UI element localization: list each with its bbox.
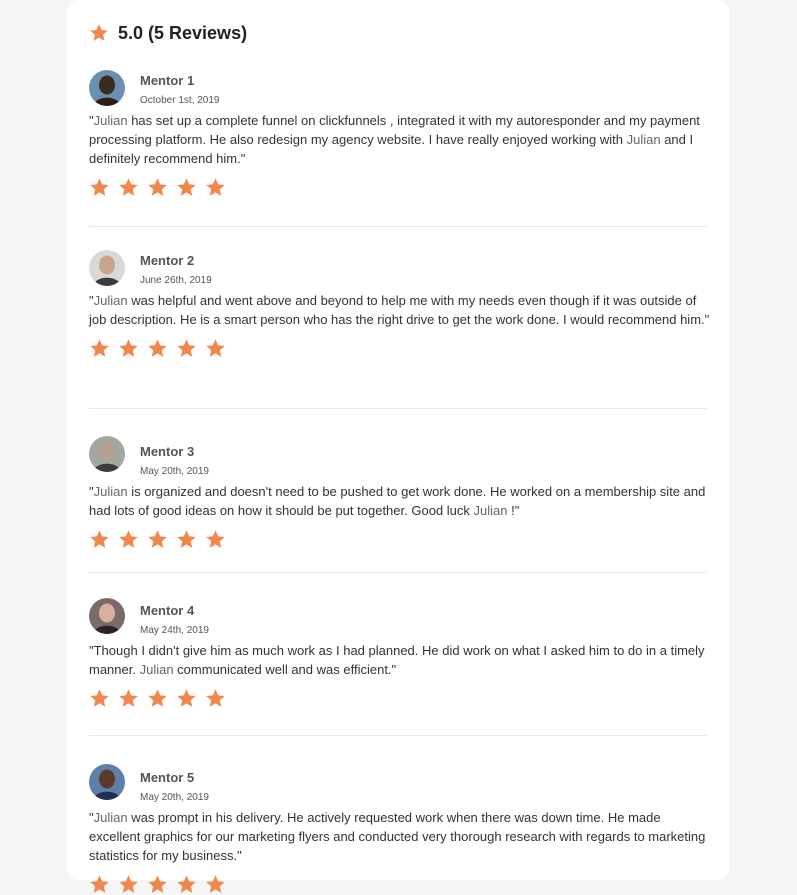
reviewee-name: Julian — [93, 810, 128, 825]
star-icon — [177, 178, 196, 196]
review-text-segment: !" — [507, 503, 520, 518]
review-header: Mentor 2 June 26th, 2019 — [89, 250, 707, 288]
reviewer-name: Mentor 2 — [140, 253, 195, 268]
star-icon — [148, 178, 167, 196]
review-date: May 20th, 2019 — [140, 466, 209, 477]
star-icon — [177, 689, 196, 707]
star-icon — [206, 875, 225, 893]
review-text: "Though I didn't give him as much work a… — [89, 641, 711, 679]
reviewee-name: Julian — [139, 662, 174, 677]
star-icon — [90, 689, 109, 707]
avatar — [89, 70, 125, 106]
reviewee-name: Julian — [93, 484, 128, 499]
review-date: June 26th, 2019 — [140, 275, 212, 286]
review-text-segment: has set up a complete funnel on clickfun… — [89, 113, 700, 147]
star-icon — [206, 339, 225, 357]
star-icon — [177, 339, 196, 357]
star-icon — [119, 875, 138, 893]
review-text: "Julian was prompt in his delivery. He a… — [89, 808, 711, 865]
star-icon — [119, 178, 138, 196]
star-icon — [148, 689, 167, 707]
reviewer-info: Mentor 5 May 20th, 2019 — [140, 764, 209, 805]
review-text-segment: was helpful and went above and beyond to… — [89, 293, 710, 327]
review-text: "Julian has set up a complete funnel on … — [89, 111, 711, 168]
reviewee-name: Julian — [93, 113, 128, 128]
avatar — [89, 436, 125, 472]
star-rating — [89, 338, 707, 359]
review-date: May 20th, 2019 — [140, 792, 209, 803]
star-icon — [119, 530, 138, 548]
reviewer-name: Mentor 5 — [140, 770, 195, 785]
avatar — [89, 598, 125, 634]
avatar — [89, 250, 125, 286]
star-rating — [89, 688, 707, 709]
reviewee-name: Julian — [473, 503, 508, 518]
rating-summary-text: 5.0 (5 Reviews) — [118, 22, 248, 43]
review-item: Mentor 4 May 24th, 2019 "Though I didn't g… — [89, 573, 707, 736]
review-item: Mentor 3 May 20th, 2019 "Julian is organiz… — [89, 409, 707, 573]
star-icon — [90, 178, 109, 196]
star-icon — [90, 339, 109, 357]
star-icon — [148, 339, 167, 357]
star-icon — [90, 875, 109, 893]
review-item: Mentor 2 June 26th, 2019 "Julian was helpf… — [89, 227, 709, 409]
review-header: Mentor 4 May 24th, 2019 — [89, 598, 707, 638]
reviewer-info: Mentor 1 October 1st, 2019 — [140, 70, 220, 108]
star-icon — [177, 875, 196, 893]
review-header: Mentor 1 October 1st, 2019 — [89, 70, 707, 108]
star-rating — [89, 177, 707, 198]
review-text-segment: communicated well and was efficient." — [173, 662, 397, 677]
reviewee-name: Julian — [93, 293, 128, 308]
reviewer-name: Mentor 1 — [140, 73, 195, 88]
star-icon — [90, 530, 109, 548]
review-text-segment: was prompt in his delivery. He actively … — [89, 810, 706, 863]
star-icon — [206, 689, 225, 707]
star-rating — [89, 874, 707, 895]
reviews-card: 5.0 (5 Reviews) Mentor 1 October 1st, 201… — [67, 0, 729, 893]
review-item: Mentor 5 May 20th, 2019 "Julian was prompt… — [89, 736, 707, 893]
star-icon — [148, 875, 167, 893]
review-text-segment: is organized and doesn't need to be push… — [89, 484, 706, 518]
star-icon — [206, 530, 225, 548]
star-icon — [177, 530, 196, 548]
star-icon — [119, 339, 138, 357]
rating-summary: 5.0 (5 Reviews) — [89, 0, 707, 64]
reviewer-info: Mentor 3 May 20th, 2019 — [140, 436, 209, 479]
star-icon — [90, 24, 108, 41]
review-header: Mentor 3 May 20th, 2019 — [89, 436, 707, 479]
star-icon — [206, 178, 225, 196]
review-date: October 1st, 2019 — [140, 95, 220, 106]
review-text: "Julian was helpful and went above and b… — [89, 291, 711, 329]
review-text: "Julian is organized and doesn't need to… — [89, 482, 711, 520]
reviews-list: Mentor 1 October 1st, 2019 "Julian has set… — [89, 64, 709, 893]
star-icon — [148, 530, 167, 548]
reviewer-name: Mentor 3 — [140, 444, 195, 459]
review-item: Mentor 1 October 1st, 2019 "Julian has set… — [89, 64, 707, 227]
star-icon — [119, 689, 138, 707]
avatar — [89, 764, 125, 800]
reviewer-name: Mentor 4 — [140, 603, 195, 618]
star-rating — [89, 529, 707, 550]
reviewer-info: Mentor 2 June 26th, 2019 — [140, 250, 212, 288]
reviewer-info: Mentor 4 May 24th, 2019 — [140, 598, 209, 638]
review-header: Mentor 5 May 20th, 2019 — [89, 764, 707, 805]
reviewee-name: Julian — [626, 132, 661, 147]
review-date: May 24th, 2019 — [140, 625, 209, 636]
